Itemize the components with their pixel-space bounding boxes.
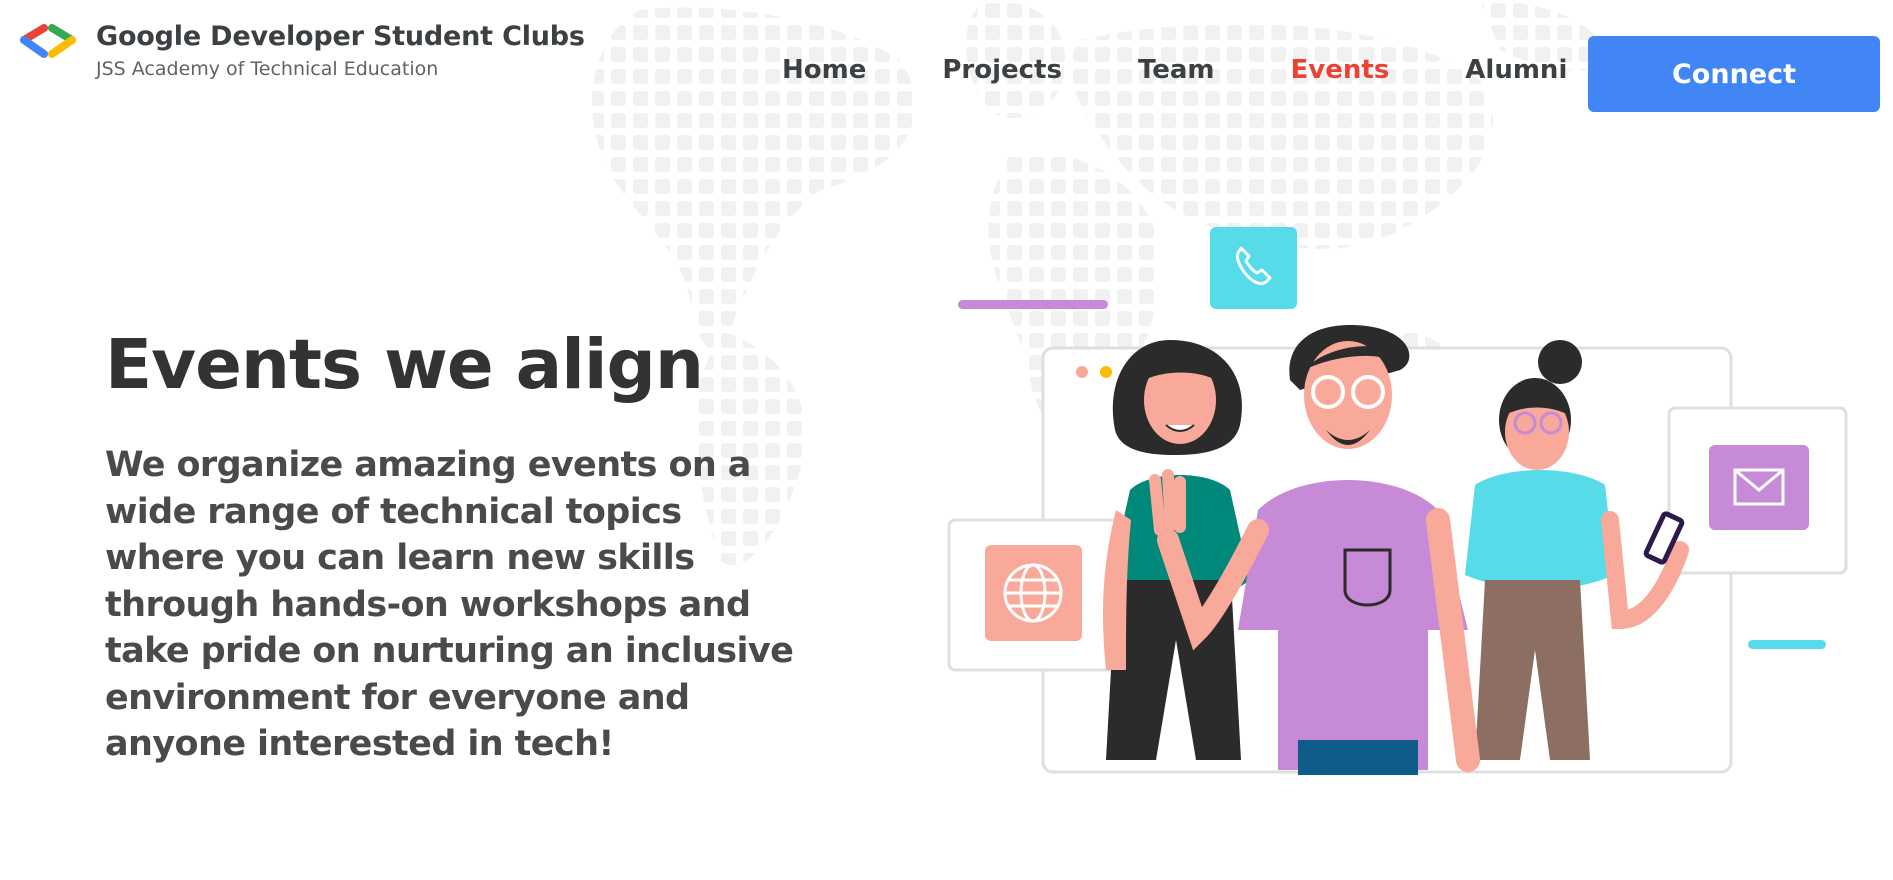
brand-subtitle: JSS Academy of Technical Education bbox=[96, 58, 439, 80]
brand[interactable]: Google Developer Student Clubs JSS Acade… bbox=[18, 20, 585, 80]
nav-item-home[interactable]: Home bbox=[782, 55, 866, 85]
nav-item-alumni[interactable]: Alumni bbox=[1465, 55, 1567, 85]
nav-item-team[interactable]: Team bbox=[1138, 55, 1215, 85]
mail-icon bbox=[1709, 445, 1809, 530]
nav-item-events[interactable]: Events bbox=[1291, 55, 1390, 85]
connect-button[interactable]: Connect bbox=[1588, 36, 1880, 112]
decorative-bar bbox=[958, 300, 1108, 309]
team-illustration bbox=[947, 227, 1848, 775]
page-title: Events we align bbox=[105, 325, 704, 405]
globe-icon bbox=[985, 545, 1082, 641]
main-nav: Home Projects Team Events Alumni bbox=[782, 55, 1643, 85]
gdsc-brackets-logo-icon bbox=[20, 24, 76, 58]
phone-icon bbox=[1210, 227, 1297, 309]
brand-title: Google Developer Student Clubs bbox=[96, 21, 585, 52]
brand-text: Google Developer Student Clubs JSS Acade… bbox=[96, 20, 585, 80]
decorative-bar bbox=[1748, 640, 1826, 649]
nav-item-projects[interactable]: Projects bbox=[942, 55, 1062, 85]
hero-description: We organize amazing events on a wide ran… bbox=[105, 445, 794, 764]
